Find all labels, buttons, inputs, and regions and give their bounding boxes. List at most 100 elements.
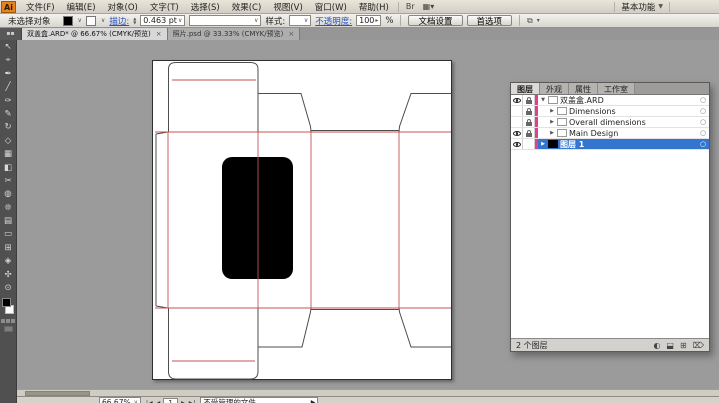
graph-tool[interactable]: ▤ bbox=[1, 215, 16, 228]
rotate-tool[interactable]: ↻ bbox=[1, 121, 16, 134]
mesh-tool[interactable]: ▦ bbox=[1, 148, 16, 161]
style-dropdown[interactable]: ∨ bbox=[289, 15, 311, 26]
layer-row-content[interactable]: ▼双盖盒.ARD○ bbox=[538, 95, 709, 105]
document-setup-button[interactable]: 文档设置 bbox=[408, 15, 462, 26]
lock-toggle[interactable] bbox=[523, 95, 535, 105]
menu-item-7[interactable]: 视图(V) bbox=[267, 1, 308, 13]
next-artboard-button[interactable]: ▶ bbox=[181, 400, 186, 403]
gradient-tool[interactable]: ◧ bbox=[1, 162, 16, 175]
previous-artboard-button[interactable]: ◀ bbox=[156, 400, 161, 403]
menu-item-4[interactable]: 文字(T) bbox=[144, 1, 185, 13]
stroke-weight-value[interactable]: 0.463 pt ∨ bbox=[140, 15, 185, 26]
artboard[interactable] bbox=[152, 60, 452, 380]
stroke-color-swatch[interactable] bbox=[86, 16, 96, 26]
layer-row-3[interactable]: ▶Overall dimensions○ bbox=[511, 117, 709, 128]
visibility-toggle[interactable] bbox=[511, 128, 523, 138]
lock-toggle[interactable] bbox=[523, 117, 535, 127]
layer-row-content[interactable]: ▶Main Design○ bbox=[538, 128, 709, 138]
layer-row-5[interactable]: ▶图层 1○ bbox=[511, 139, 709, 150]
pencil-tool[interactable]: ✎ bbox=[1, 108, 16, 121]
color-mode-buttons[interactable] bbox=[1, 319, 15, 323]
panel-tab-3[interactable]: 属性 bbox=[569, 83, 598, 94]
preferences-button[interactable]: 首选项 bbox=[467, 15, 513, 26]
menu-item-2[interactable]: 编辑(E) bbox=[61, 1, 102, 13]
slice-tool[interactable]: ⊞ bbox=[1, 242, 16, 255]
expand-triangle-icon[interactable]: ▶ bbox=[549, 108, 555, 114]
status-field-dropdown[interactable]: 不受管理的文件 ▶ bbox=[200, 397, 318, 403]
panel-tab-2[interactable]: 外观 bbox=[540, 83, 569, 94]
toolbar-dock-corner[interactable]: ▪▪ bbox=[0, 28, 22, 40]
bridge-icon[interactable]: Br bbox=[402, 2, 419, 11]
scale-tool[interactable]: ◇ bbox=[1, 135, 16, 148]
menu-item-5[interactable]: 选择(S) bbox=[185, 1, 226, 13]
align-icon[interactable]: ⧉ bbox=[527, 16, 533, 26]
chevron-down-icon[interactable]: ∨ bbox=[101, 17, 105, 24]
target-circle-icon[interactable]: ○ bbox=[697, 96, 709, 104]
document-tab-2[interactable]: 照片.psd @ 33.33% (CMYK/预览)× bbox=[168, 28, 301, 40]
menu-item-3[interactable]: 对象(O) bbox=[102, 1, 144, 13]
magic-wand-tool[interactable]: ⌖ bbox=[1, 54, 16, 67]
opacity-value[interactable]: 100 ▸ bbox=[356, 15, 381, 26]
chevron-down-icon[interactable]: ∨ bbox=[78, 17, 82, 24]
hand-tool[interactable]: ✣ bbox=[1, 269, 16, 282]
expand-triangle-icon[interactable]: ▶ bbox=[540, 141, 546, 147]
layer-row-1[interactable]: ▼双盖盒.ARD○ bbox=[511, 95, 709, 106]
fill-swatch[interactable] bbox=[2, 298, 11, 307]
current-artboard-field[interactable]: 1 bbox=[163, 398, 178, 403]
blend-tool[interactable]: ◍ bbox=[1, 188, 16, 201]
document-tab-1[interactable]: 双盖盒.ARD* @ 66.67% (CMYK/预览)× bbox=[22, 28, 168, 40]
visibility-toggle[interactable] bbox=[511, 139, 523, 149]
close-icon[interactable]: × bbox=[156, 30, 162, 38]
horizontal-scrollbar[interactable] bbox=[17, 389, 719, 396]
layer-row-content[interactable]: ▶Overall dimensions○ bbox=[538, 117, 709, 127]
stroke-weight-stepper[interactable]: ▲▼ bbox=[133, 17, 136, 25]
panel-tab-1[interactable]: 图层 bbox=[511, 83, 540, 94]
menu-item-8[interactable]: 窗口(W) bbox=[309, 1, 353, 13]
visibility-toggle[interactable] bbox=[511, 117, 523, 127]
paintbrush-tool[interactable]: ✑ bbox=[1, 95, 16, 108]
zoom-tool[interactable]: ⊙ bbox=[1, 282, 16, 295]
menu-item-1[interactable]: 文件(F) bbox=[20, 1, 61, 13]
menu-item-6[interactable]: 效果(C) bbox=[226, 1, 268, 13]
close-icon[interactable]: × bbox=[288, 30, 294, 38]
last-artboard-button[interactable]: ▶| bbox=[189, 400, 196, 403]
expand-triangle-icon[interactable]: ▶ bbox=[549, 119, 555, 125]
layer-row-4[interactable]: ▶Main Design○ bbox=[511, 128, 709, 139]
selection-tool[interactable]: ↖ bbox=[1, 41, 16, 54]
layer-row-content[interactable]: ▶Dimensions○ bbox=[538, 106, 709, 116]
new-layer-icon[interactable]: ⊞ bbox=[680, 341, 687, 350]
symbol-sprayer-tool[interactable]: ❊ bbox=[1, 202, 16, 215]
lock-toggle[interactable] bbox=[523, 139, 535, 149]
opacity-panel-link[interactable]: 不透明度: bbox=[315, 15, 352, 27]
arrange-documents-icon[interactable]: ▦▾ bbox=[419, 2, 439, 11]
zoom-level-dropdown[interactable]: 66.67% ∨ bbox=[99, 397, 141, 403]
stroke-panel-link[interactable]: 描边: bbox=[109, 15, 129, 27]
menu-item-9[interactable]: 帮助(H) bbox=[353, 1, 395, 13]
layer-row-2[interactable]: ▶Dimensions○ bbox=[511, 106, 709, 117]
target-circle-icon[interactable]: ○ bbox=[697, 129, 709, 137]
artboard-tool[interactable]: ▭ bbox=[1, 228, 16, 241]
expand-triangle-icon[interactable]: ▼ bbox=[540, 97, 546, 103]
line-segment-tool[interactable]: ╱ bbox=[1, 81, 16, 94]
layer-row-content[interactable]: ▶图层 1○ bbox=[538, 139, 709, 149]
eraser-tool[interactable]: ◈ bbox=[1, 255, 16, 268]
expand-triangle-icon[interactable]: ▶ bbox=[549, 130, 555, 136]
brush-definition-dropdown[interactable]: ∨ bbox=[189, 15, 261, 26]
target-circle-icon[interactable]: ○ bbox=[697, 107, 709, 115]
new-sublayer-icon[interactable]: ⬓ bbox=[666, 341, 674, 350]
first-artboard-button[interactable]: |◀ bbox=[146, 400, 153, 403]
target-circle-icon[interactable]: ○ bbox=[697, 118, 709, 126]
fill-color-swatch[interactable] bbox=[63, 16, 73, 26]
visibility-toggle[interactable] bbox=[511, 106, 523, 116]
target-circle-icon[interactable]: ○ bbox=[697, 140, 709, 148]
make-clipping-mask-icon[interactable]: ◐ bbox=[653, 341, 660, 350]
lock-toggle[interactable] bbox=[523, 128, 535, 138]
chevron-down-icon[interactable]: ▾ bbox=[537, 17, 540, 24]
lock-toggle[interactable] bbox=[523, 106, 535, 116]
eyedropper-tool[interactable]: ✂ bbox=[1, 175, 16, 188]
visibility-toggle[interactable] bbox=[511, 95, 523, 105]
delete-layer-icon[interactable]: ⌦ bbox=[693, 341, 704, 350]
pen-tool[interactable]: ✒ bbox=[1, 68, 16, 81]
panel-tab-4[interactable]: 工作室 bbox=[598, 83, 635, 94]
screen-mode-button[interactable] bbox=[4, 326, 13, 332]
